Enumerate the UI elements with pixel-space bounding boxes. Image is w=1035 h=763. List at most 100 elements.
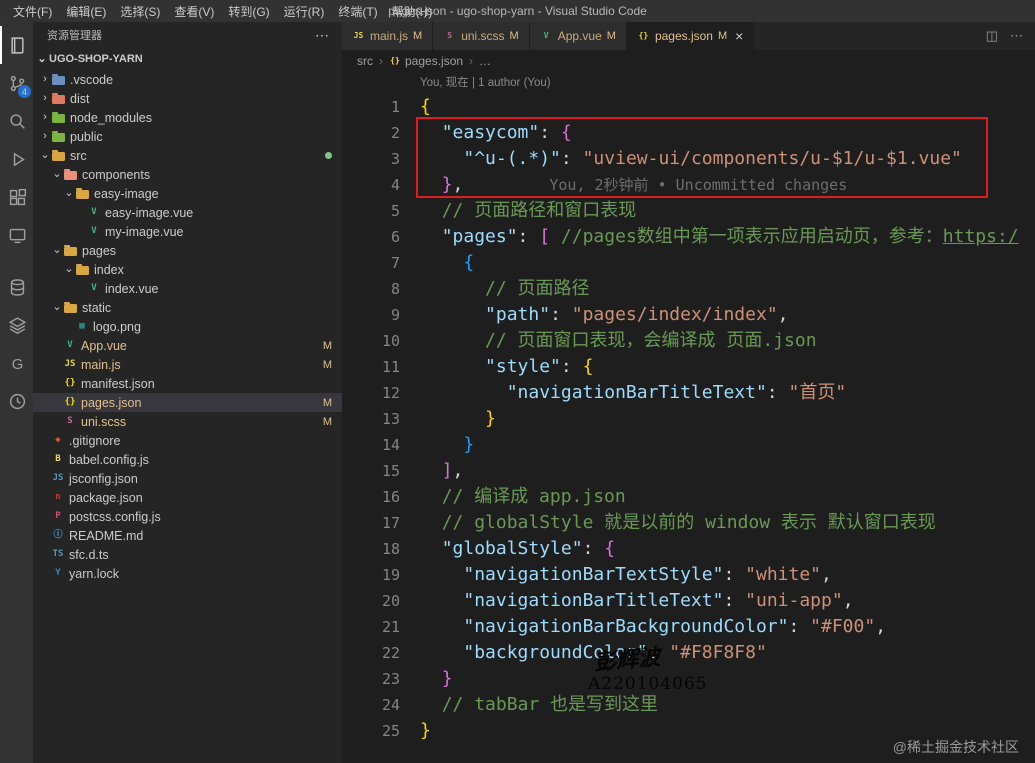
breadcrumb-item[interactable]: … xyxy=(479,54,491,68)
tree-folder-dist[interactable]: › dist xyxy=(33,89,342,108)
timeline-icon[interactable] xyxy=(0,382,33,420)
tree-file-App.vue[interactable]: V App.vue M xyxy=(33,336,342,355)
code-line-text: // 编译成 app.json xyxy=(441,486,626,507)
tree-file-README.md[interactable]: ⓘ README.md xyxy=(33,526,342,545)
code-line[interactable]: 10 // 页面窗口表现，会编译成 页面.json xyxy=(342,328,1035,354)
code-line-text: // 页面路径 xyxy=(485,278,590,299)
gitlens-icon[interactable]: G xyxy=(0,344,33,382)
menu-item[interactable]: 编辑(E) xyxy=(59,3,113,20)
chevron-down-icon: ⌄ xyxy=(52,244,62,256)
code-line[interactable]: 21 "navigationBarBackgroundColor": "#F00… xyxy=(342,614,1035,640)
menu-item[interactable]: 查看(V) xyxy=(167,3,221,20)
layers-icon[interactable] xyxy=(0,306,33,344)
tree-item-label: node_modules xyxy=(70,110,153,125)
code-line[interactable]: 7 { xyxy=(342,250,1035,276)
svg-text:G: G xyxy=(12,356,24,372)
code-line[interactable]: 18 "globalStyle": { xyxy=(342,536,1035,562)
tree-folder-index[interactable]: ⌄ index xyxy=(33,260,342,279)
code-line[interactable]: 9 "path": "pages/index/index", xyxy=(342,302,1035,328)
code-line[interactable]: 1{ xyxy=(342,94,1035,120)
tree-file-.gitignore[interactable]: ◆ .gitignore xyxy=(33,431,342,450)
editor-pane[interactable]: src › {} pages.json › … You, 现在 | 1 author (Y… xyxy=(342,50,1035,763)
more-actions-icon[interactable]: ⋯ xyxy=(315,27,330,44)
extensions-icon[interactable] xyxy=(0,178,33,216)
code-line[interactable]: 12 "navigationBarTitleText": "首页" xyxy=(342,380,1035,406)
tree-folder-public[interactable]: › public xyxy=(33,127,342,146)
menu-item[interactable]: 文件(F) xyxy=(6,3,59,20)
more-actions-icon[interactable]: ⋯ xyxy=(1010,28,1023,44)
code-line-text: "easycom": { xyxy=(441,122,572,143)
code-line[interactable]: 15 ], xyxy=(342,458,1035,484)
line-number: 15 xyxy=(381,462,400,480)
code-line[interactable]: 24 // tabBar 也是写到这里 xyxy=(342,692,1035,718)
jsconfig-file-icon: JS xyxy=(52,473,64,483)
code-line[interactable]: 11 "style": { xyxy=(342,354,1035,380)
tree-file-manifest.json[interactable]: {} manifest.json xyxy=(33,374,342,393)
menu-item[interactable]: 转到(G) xyxy=(221,3,276,20)
code-line-text: "style": { xyxy=(485,356,594,377)
code-line[interactable]: 14 } xyxy=(342,432,1035,458)
database-icon[interactable] xyxy=(0,268,33,306)
tree-item-label: pages.json xyxy=(81,395,142,410)
code-line[interactable]: 19 "navigationBarTextStyle": "white", xyxy=(342,562,1035,588)
code-line[interactable]: 16 // 编译成 app.json xyxy=(342,484,1035,510)
tree-folder-components[interactable]: ⌄ components xyxy=(33,165,342,184)
breadcrumb-item[interactable]: src xyxy=(357,54,373,68)
code-line[interactable]: 22 "backgroundColor": "#F8F8F8" xyxy=(342,640,1035,666)
tree-file-babel.config.js[interactable]: Bbabel.config.js xyxy=(33,450,342,469)
tree-folder-src[interactable]: ⌄ src xyxy=(33,146,342,165)
codelens-annotation[interactable]: You, 现在 | 1 author (You) xyxy=(342,72,1035,94)
tree-file-pages.json[interactable]: {} pages.json M xyxy=(33,393,342,412)
tree-folder-node_modules[interactable]: › node_modules xyxy=(33,108,342,127)
chevron-right-icon: › xyxy=(43,130,47,142)
code-line[interactable]: 4 }, You, 2秒钟前 • Uncommitted changes xyxy=(342,172,1035,198)
tree-folder-easy-image[interactable]: ⌄ easy-image xyxy=(33,184,342,203)
code-line[interactable]: 17 // globalStyle 就是以前的 window 表示 默认窗口表现 xyxy=(342,510,1035,536)
code-line[interactable]: 8 // 页面路径 xyxy=(342,276,1035,302)
code-line[interactable]: 3 "^u-(.*)": "uview-ui/components/u-$1/u… xyxy=(342,146,1035,172)
tree-file-postcss.config.js[interactable]: Ppostcss.config.js xyxy=(33,507,342,526)
tree-folder-static[interactable]: ⌄ static xyxy=(33,298,342,317)
tree-file-logo.png[interactable]: ▦ logo.png xyxy=(33,317,342,336)
code-line[interactable]: 13 } xyxy=(342,406,1035,432)
tree-file-uni.scss[interactable]: Suni.scss M xyxy=(33,412,342,431)
code-line[interactable]: 5 // 页面路径和窗口表现 xyxy=(342,198,1035,224)
code-line-text: "pages": [ //pages数组中第一项表示应用启动页，参考：https… xyxy=(441,226,1019,247)
tree-row-decorations xyxy=(325,152,332,159)
search-icon[interactable] xyxy=(0,102,33,140)
tab-modified-badge: M xyxy=(509,30,519,42)
tree-file-jsconfig.json[interactable]: JS jsconfig.json xyxy=(33,469,342,488)
tree-file-yarn.lock[interactable]: Yyarn.lock xyxy=(33,564,342,583)
menu-item[interactable]: 运行(R) xyxy=(277,3,332,20)
code-line[interactable]: 6 "pages": [ //pages数组中第一项表示应用启动页，参考：htt… xyxy=(342,224,1035,250)
tab-App.vue[interactable]: V App.vue M xyxy=(529,22,627,50)
run-debug-icon[interactable] xyxy=(0,140,33,178)
close-icon[interactable]: × xyxy=(735,29,743,43)
vscode-window: 文件(F) 编辑(E) 选择(S) 查看(V) 转到(G) 运行(R) 终端(T) 帮助(H)… xyxy=(0,0,1035,763)
tree-file-main.js[interactable]: JS main.js M xyxy=(33,355,342,374)
tab-uni.scss[interactable]: Suni.scss M xyxy=(433,22,530,50)
tab-label: main.js xyxy=(370,29,409,43)
explorer-icon[interactable] xyxy=(0,26,33,64)
tree-file-sfc.d.ts[interactable]: TS sfc.d.ts xyxy=(33,545,342,564)
line-number: 20 xyxy=(381,592,400,610)
split-editor-icon[interactable]: ◫ xyxy=(986,28,998,44)
tree-item-label: package.json xyxy=(69,490,143,505)
remote-icon[interactable] xyxy=(0,216,33,254)
tree-folder-.vscode[interactable]: › .vscode xyxy=(33,70,342,89)
image-file-icon: ▦ xyxy=(79,321,85,331)
tree-file-my-image.vue[interactable]: Vmy-image.vue xyxy=(33,222,342,241)
menu-item[interactable]: 终端(T) xyxy=(331,3,384,20)
project-section-header[interactable]: ⌄ UGO-SHOP-YARN xyxy=(33,48,342,70)
tree-file-index.vue[interactable]: Vindex.vue xyxy=(33,279,342,298)
tree-folder-pages[interactable]: ⌄ pages xyxy=(33,241,342,260)
breadcrumb-item[interactable]: {} pages.json xyxy=(389,54,463,68)
source-control-icon[interactable]: 4 xyxy=(0,64,33,102)
code-line[interactable]: 2 "easycom": { xyxy=(342,120,1035,146)
menu-item[interactable]: 选择(S) xyxy=(113,3,167,20)
tab-pages.json[interactable]: {} pages.json M × xyxy=(626,22,755,50)
tree-file-package.json[interactable]: n package.json xyxy=(33,488,342,507)
tab-main.js[interactable]: JS main.js M xyxy=(342,22,434,50)
tree-file-easy-image.vue[interactable]: Veasy-image.vue xyxy=(33,203,342,222)
code-line[interactable]: 20 "navigationBarTitleText": "uni-app", xyxy=(342,588,1035,614)
